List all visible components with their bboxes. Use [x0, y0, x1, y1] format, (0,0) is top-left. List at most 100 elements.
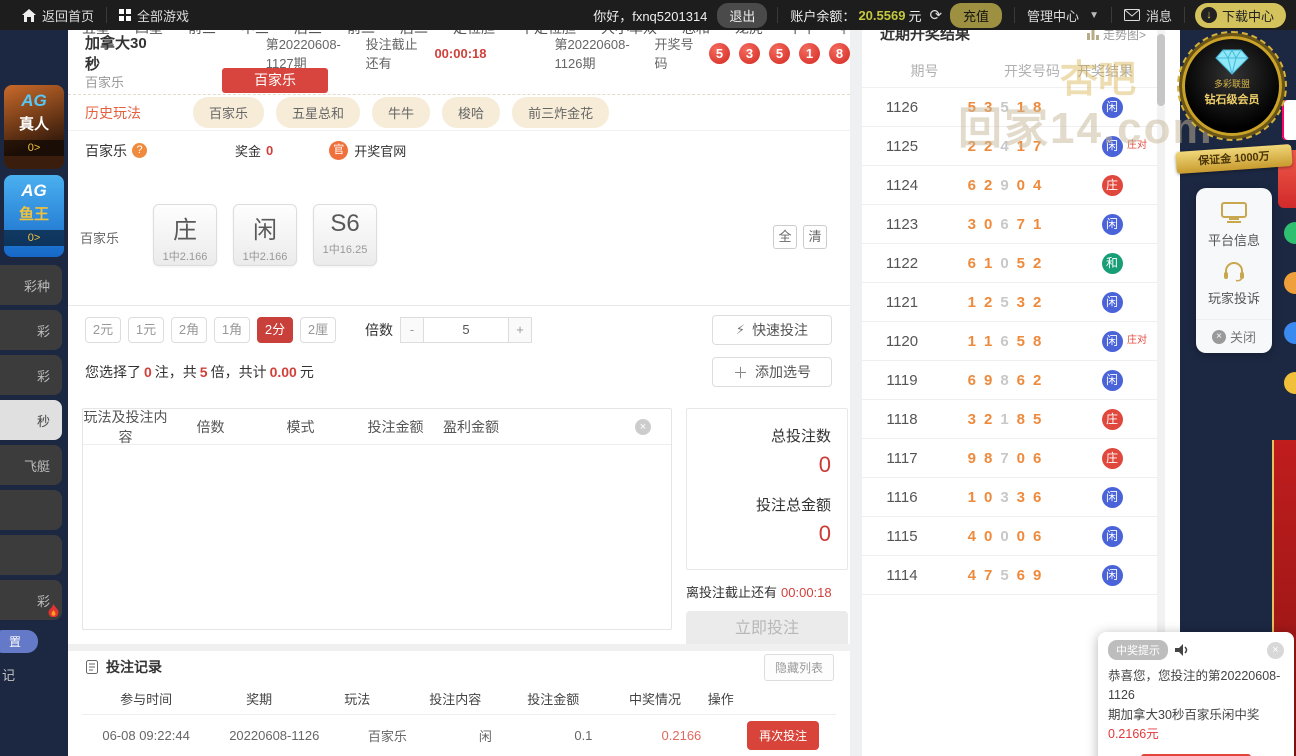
history-play-pill[interactable]: 梭哈 [442, 97, 501, 128]
history-play-pill[interactable]: 前三炸金花 [512, 97, 610, 128]
bet-option-card[interactable]: 闲 1中2.166 [233, 204, 297, 266]
multiple-minus-button[interactable]: - [400, 317, 424, 343]
result-issue: 1124 [885, 176, 919, 194]
sidebar-menu-item[interactable] [0, 535, 62, 575]
sidebar-item-label: 彩 [36, 323, 50, 339]
play-type-tab[interactable]: 前三 [188, 30, 216, 38]
amount-unit-chip[interactable]: 2元 [85, 317, 121, 343]
record-content: 闲 [478, 729, 492, 744]
win-message: 恭喜您，您投注的第20220608-1126 期加拿大30秒百家乐闲中奖0.21… [1108, 669, 1281, 742]
bet-option-card[interactable]: S6 1中16.25 [313, 204, 377, 266]
bet-slip-table: 玩法及投注内容 倍数 模式 投注金额 盈利金额 × [82, 408, 672, 630]
result-badge: 闲 [1101, 525, 1123, 547]
close-widget-button[interactable]: × 关闭 [1196, 319, 1272, 353]
win-amount: 0.2166元 [1108, 727, 1159, 742]
subnav-active-tab[interactable]: 百家乐 [222, 68, 328, 93]
records-header-cell: 奖期 [246, 692, 273, 707]
grid-icon [119, 9, 132, 21]
amount-unit-chip[interactable]: 2厘 [300, 317, 336, 343]
amount-bar: 2元 1元 2角 1角 2分 2厘 倍数 - 5 + [85, 316, 532, 344]
home-button[interactable]: 返回首页 [10, 6, 106, 25]
history-play-pill[interactable]: 百家乐 [193, 97, 265, 128]
result-issue: 1116 [886, 488, 918, 506]
amount-unit-chip[interactable]: 2分 [257, 317, 293, 343]
clear-button[interactable]: 清 [803, 225, 827, 249]
admin-center-menu[interactable]: 管理中心 ▼ [1015, 6, 1111, 25]
play-type-tab[interactable]: 牛牛 [788, 30, 816, 38]
refresh-icon[interactable]: ⟳ [929, 6, 942, 24]
play-type-tab[interactable]: 龙虎 [735, 30, 763, 38]
trend-icon [1086, 30, 1099, 40]
official-site-link[interactable]: 开奖官网 [354, 141, 406, 160]
recharge-button[interactable]: 充值 [950, 2, 1003, 28]
hide-list-button[interactable]: 隐藏列表 [763, 653, 834, 681]
bet-option-card[interactable]: 庄 1中2.166 [153, 204, 217, 266]
help-icon[interactable] [132, 143, 147, 158]
bet-option-name: S6 [330, 210, 360, 237]
records-header-cell: 投注金额 [527, 692, 580, 707]
history-play-pill[interactable]: 五星总和 [276, 97, 361, 128]
add-selection-button[interactable]: ＋ 添加选号 [712, 357, 832, 387]
trend-chart-link[interactable]: 走势图> [1086, 30, 1146, 43]
sidebar-menu-item[interactable] [0, 490, 62, 530]
result-badge: 闲 [1101, 330, 1123, 352]
amount-unit-chip[interactable]: 1角 [214, 317, 250, 343]
sidebar-menu-item[interactable]: 彩 [0, 310, 62, 350]
download-center-label: 下载中心 [1221, 8, 1274, 24]
result-issue: 1119 [886, 371, 918, 389]
amount-unit-chip[interactable]: 1元 [128, 317, 164, 343]
main-panel: 五星四星前三中三后三前二后二定位胆不定位胆大小单双总和龙虎牛牛梭哈百家乐更多 加… [68, 30, 850, 756]
result-issue: 1114 [886, 566, 918, 584]
result-issue: 1120 [885, 332, 919, 350]
draw-number-balls: 53518 [708, 42, 850, 64]
select-all-button[interactable]: 全 [773, 225, 797, 249]
rebet-button[interactable]: 再次投注 [747, 721, 820, 750]
bet-summary-panel: 总投注数 0 投注总金额 0 离投注截止还有00:00:18 立即投注 我要追号… [686, 408, 848, 682]
rail-shortcut-fragment[interactable] [1282, 100, 1296, 140]
sidebar-settings-pill[interactable]: 置 [0, 630, 38, 653]
result-numbers: 69862 [967, 371, 1042, 389]
play-type-tab[interactable]: 定位胆 [453, 30, 495, 38]
left-sidebar: AG 真人 0> AG 鱼王 0> 彩种 彩 彩 秒 飞艇 彩 置 记 [0, 30, 68, 756]
multiple-input[interactable]: 5 [424, 317, 508, 343]
multiple-plus-button[interactable]: + [508, 317, 532, 343]
sidebar-menu-item[interactable]: 彩 [0, 580, 62, 620]
messages-button[interactable]: 消息 [1112, 6, 1184, 25]
speaker-icon[interactable] [1174, 643, 1190, 657]
bet-now-button[interactable]: 立即投注 [686, 611, 848, 647]
platform-info-link[interactable]: 平台信息 [1196, 230, 1272, 249]
result-row: 1122 61052 和 [862, 244, 1157, 283]
section-gap [68, 644, 850, 651]
sidebar-menu-item[interactable]: 彩种 [0, 265, 62, 305]
toast-close-icon[interactable]: × [1267, 641, 1284, 659]
close-label: 关闭 [1229, 330, 1256, 345]
sidebar-banner-ag-fishing[interactable]: AG 鱼王 0> [4, 175, 64, 257]
logout-button[interactable]: 退出 [717, 2, 768, 28]
sidebar-menu-item[interactable]: 飞艇 [0, 445, 62, 485]
sidebar-menu-item[interactable]: 秒 [0, 400, 62, 440]
sidebar-item-label: 彩 [36, 368, 50, 384]
history-play-pill[interactable]: 牛牛 [372, 97, 431, 128]
clear-slip-icon[interactable]: × [635, 419, 651, 435]
play-type-tab[interactable]: 梭哈 [841, 30, 846, 38]
sidebar-banner-ag-live[interactable]: AG 真人 0> [4, 85, 64, 169]
total-amount-label: 投注总金额 [755, 497, 831, 514]
bet-options-area: 百家乐 庄 1中2.166 闲 1中2.166 S6 1中16.25 全 清 [68, 170, 850, 305]
game-subnav: 百家乐 百家乐 [68, 68, 850, 94]
banner-tag: 0> [4, 140, 64, 156]
result-row: 1120 11658 闲 庄对 [862, 322, 1157, 361]
record-amount: 0.1 [574, 728, 593, 743]
sidebar-menu-item[interactable]: 彩 [0, 355, 62, 395]
result-badge: 庄 [1101, 447, 1123, 469]
game-header: 加拿大30秒 第20220608-1127期 投注截止还有 00:00:18 第… [68, 35, 850, 73]
quick-bet-button[interactable]: ⚡ 快速投注 [712, 315, 832, 345]
all-games-button[interactable]: 全部游戏 [107, 6, 201, 25]
result-row: 1119 69862 闲 [862, 361, 1157, 400]
result-badge: 闲 [1101, 486, 1123, 508]
result-pair-tag: 庄对 [1127, 334, 1147, 346]
sidebar-record-link[interactable]: 记 [2, 665, 68, 684]
amount-unit-chip[interactable]: 2角 [171, 317, 207, 343]
download-center-button[interactable]: ↓ 下载中心 [1194, 2, 1286, 28]
player-complaint-link[interactable]: 玩家投诉 [1196, 288, 1272, 307]
home-icon [22, 8, 36, 22]
